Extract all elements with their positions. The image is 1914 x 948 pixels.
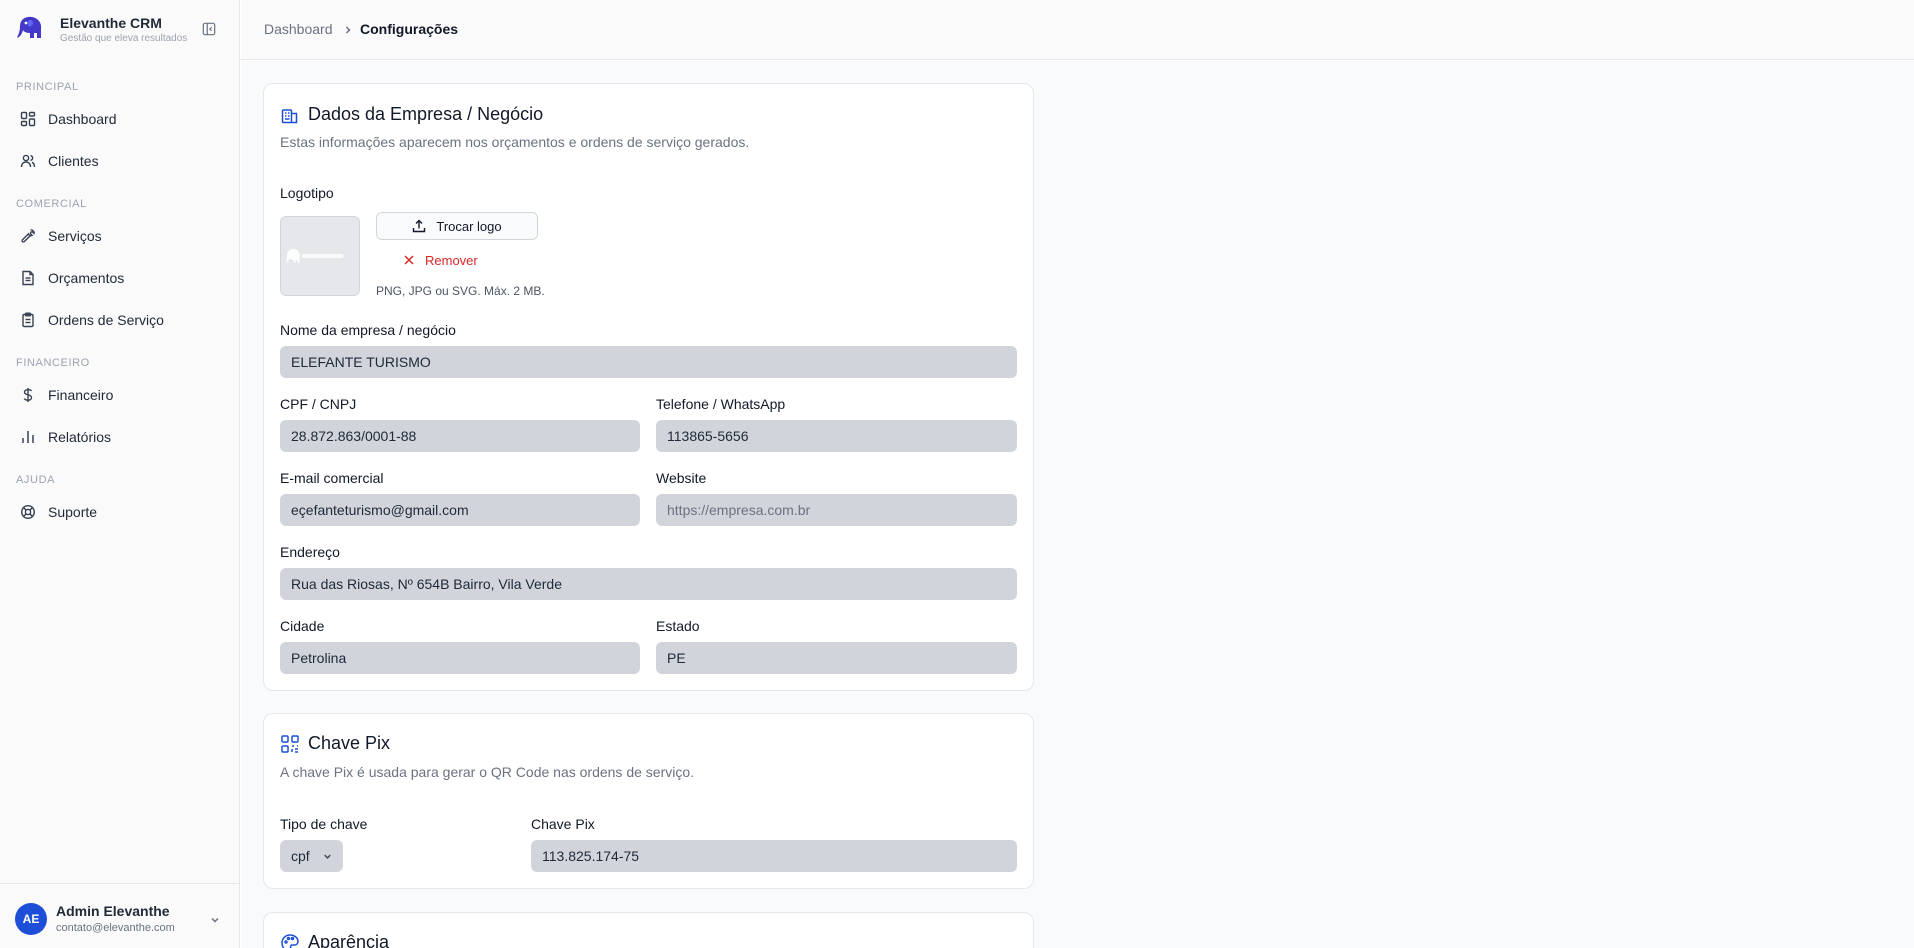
- user-name: Admin Elevanthe: [56, 903, 170, 919]
- remove-logo-button[interactable]: Remover: [403, 249, 478, 271]
- brand-name: Elevanthe CRM: [60, 15, 162, 31]
- sidebar-item-label: Suporte: [48, 504, 98, 520]
- phone-label: Telefone / WhatsApp: [656, 396, 786, 412]
- sidebar-item-suporte[interactable]: Suporte: [8, 495, 232, 529]
- sidebar-item-ordens-de-servico[interactable]: Ordens de Serviço: [8, 303, 232, 337]
- logo-hint: PNG, JPG ou SVG. Máx. 2 MB.: [376, 284, 545, 298]
- state-label: Estado: [656, 618, 700, 634]
- city-input[interactable]: [280, 642, 640, 674]
- nav-section-comercial: COMERCIAL: [16, 198, 87, 210]
- card-title: Aparência: [280, 932, 389, 948]
- nav-section-financeiro: FINANCEIRO: [16, 357, 90, 369]
- elephant-logo-icon: [285, 248, 344, 263]
- wrench-icon: [21, 229, 35, 243]
- remove-logo-label: Remover: [425, 252, 478, 268]
- sidebar-item-label: Clientes: [48, 153, 99, 169]
- sidebar-item-financeiro[interactable]: Financeiro: [8, 378, 232, 412]
- sidebar-item-servicos[interactable]: Serviços: [8, 219, 232, 253]
- main-content: Dados da Empresa / Negócio Estas informa…: [241, 61, 1914, 948]
- company-name-input[interactable]: [280, 346, 1017, 378]
- qr-code-icon: [281, 734, 299, 753]
- card-title: Dados da Empresa / Negócio: [280, 104, 543, 125]
- company-card-description: Estas informações aparecem nos orçamento…: [280, 134, 750, 150]
- address-label: Endereço: [280, 544, 340, 560]
- pix-card-title: Chave Pix: [308, 733, 391, 753]
- phone-input[interactable]: [656, 420, 1017, 452]
- key-type-select[interactable]: cpf: [280, 840, 343, 872]
- bar-chart-icon: [22, 431, 34, 443]
- chevron-down-icon[interactable]: [209, 914, 221, 926]
- appearance-card: Aparência: [263, 912, 1034, 948]
- elephant-logo-icon: [17, 16, 42, 38]
- lifebuoy-icon: [20, 504, 36, 520]
- sidebar-item-dashboard[interactable]: Dashboard: [8, 102, 232, 136]
- sidebar-item-label: Financeiro: [48, 387, 114, 403]
- email-label: E-mail comercial: [280, 470, 384, 486]
- sidebar-item-label: Serviços: [48, 228, 102, 244]
- dollar-icon: [23, 388, 33, 402]
- key-type-value: cpf: [291, 848, 310, 864]
- sidebar-item-label: Relatórios: [48, 429, 112, 445]
- logo-label: Logotipo: [280, 185, 334, 201]
- document-icon: [22, 270, 34, 286]
- pix-key-input[interactable]: [531, 840, 1017, 872]
- sidebar-collapse-icon[interactable]: [202, 22, 216, 36]
- website-label: Website: [656, 470, 707, 486]
- company-data-card: Dados da Empresa / Negócio Estas informa…: [263, 83, 1034, 691]
- sidebar: Elevanthe CRM Gestão que eleva resultado…: [0, 0, 240, 948]
- card-title: Chave Pix: [280, 733, 390, 754]
- document-label: CPF / CNPJ: [280, 396, 357, 412]
- palette-icon: [281, 933, 299, 948]
- clipboard-icon: [22, 312, 34, 328]
- appearance-card-title: Aparência: [308, 932, 390, 948]
- nav-section-principal: PRINCIPAL: [16, 81, 79, 93]
- chevron-right-icon: [345, 26, 351, 34]
- sidebar-item-label: Dashboard: [48, 111, 117, 127]
- pix-card-description: A chave Pix é usada para gerar o QR Code…: [280, 764, 695, 780]
- sidebar-item-clientes[interactable]: Clientes: [8, 144, 232, 178]
- breadcrumb-dashboard-link[interactable]: Dashboard: [264, 21, 333, 37]
- sidebar-item-orcamentos[interactable]: Orçamentos: [8, 261, 232, 295]
- city-label: Cidade: [280, 618, 325, 634]
- sidebar-item-relatorios[interactable]: Relatórios: [8, 420, 232, 454]
- change-logo-label: Trocar logo: [436, 218, 502, 234]
- email-input[interactable]: [280, 494, 640, 526]
- sidebar-item-label: Orçamentos: [48, 270, 125, 286]
- brand[interactable]: Elevanthe CRM Gestão que eleva resultado…: [14, 12, 226, 48]
- users-icon: [20, 154, 36, 168]
- key-type-label: Tipo de chave: [280, 816, 368, 832]
- address-input[interactable]: [280, 568, 1017, 600]
- top-header: Dashboard Configurações: [241, 0, 1914, 60]
- breadcrumb-current: Configurações: [360, 21, 459, 37]
- brand-tagline: Gestão que eleva resultados: [60, 33, 188, 44]
- document-input[interactable]: [280, 420, 640, 452]
- logo-preview: [280, 216, 360, 296]
- avatar: AE: [15, 903, 47, 935]
- chevron-down-icon: [324, 854, 331, 859]
- sidebar-item-label: Ordens de Serviço: [48, 312, 164, 328]
- upload-icon: [413, 219, 426, 233]
- building-icon: [281, 108, 298, 123]
- close-icon: [404, 255, 414, 265]
- company-card-title: Dados da Empresa / Negócio: [308, 104, 544, 124]
- pix-card: Chave Pix A chave Pix é usada para gerar…: [263, 713, 1034, 889]
- dashboard-grid-icon: [20, 111, 36, 127]
- company-name-label: Nome da empresa / negócio: [280, 322, 456, 338]
- user-menu[interactable]: AE Admin Elevanthe contato@elevanthe.com: [0, 883, 240, 948]
- pix-key-label: Chave Pix: [531, 816, 595, 832]
- nav-section-ajuda: AJUDA: [16, 474, 56, 486]
- user-email: contato@elevanthe.com: [56, 922, 175, 934]
- state-input[interactable]: [656, 642, 1017, 674]
- change-logo-button[interactable]: Trocar logo: [376, 212, 538, 240]
- website-input[interactable]: [656, 494, 1017, 526]
